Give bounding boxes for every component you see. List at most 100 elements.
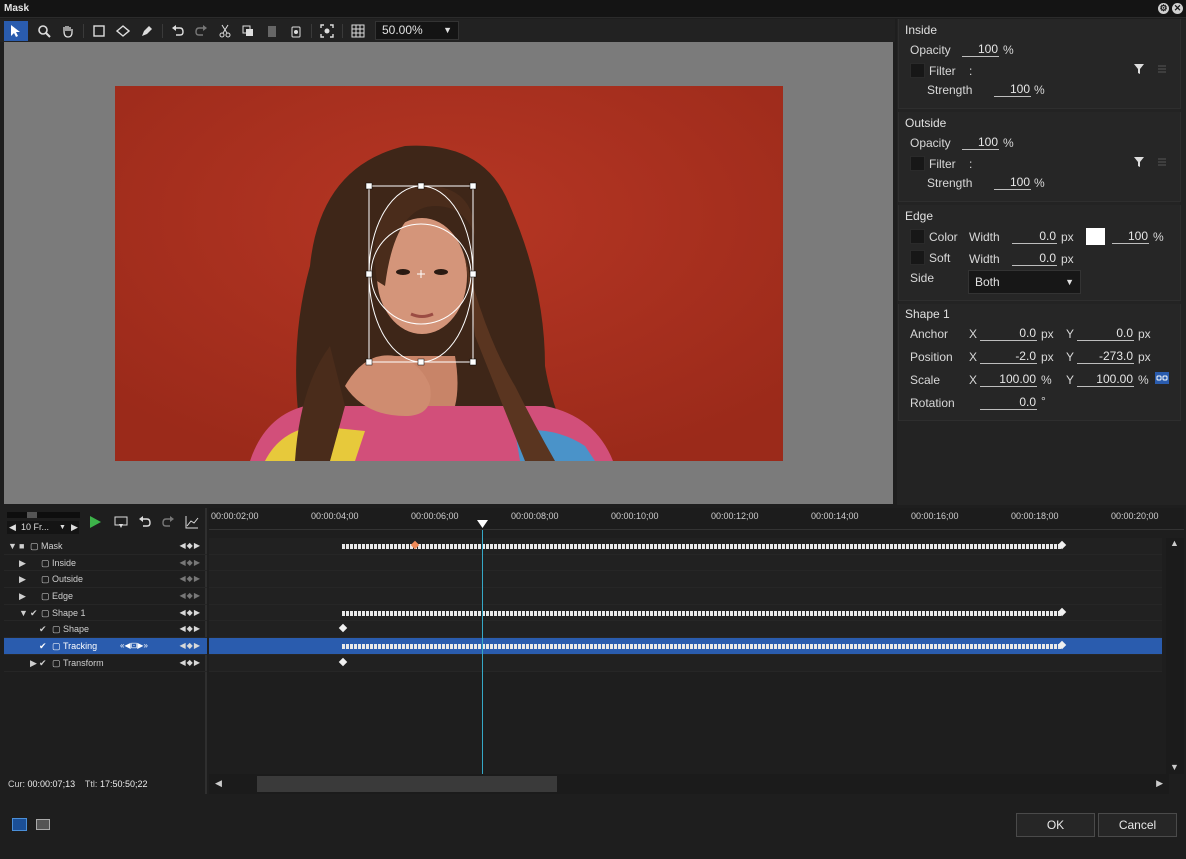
edge-color-swatch[interactable]	[1086, 228, 1105, 245]
keyframe-nav[interactable]: ◀◆▶	[180, 574, 201, 583]
keyframe-row[interactable]	[209, 554, 1162, 572]
checkbox[interactable]: ■	[19, 541, 24, 551]
expand-arrow-icon[interactable]: ▼	[8, 541, 17, 551]
keyframe-row[interactable]	[209, 538, 1162, 555]
undo-icon[interactable]	[168, 21, 188, 41]
inside-strength-field[interactable]: 100	[994, 83, 1031, 97]
expand-arrow-icon[interactable]: ▶	[30, 658, 37, 669]
inside-opacity-field[interactable]: 100	[962, 43, 999, 57]
anchor-x-field[interactable]: 0.0	[980, 327, 1037, 341]
keyframe-row[interactable]	[209, 621, 1162, 639]
scroll-up-icon[interactable]: ▲	[1170, 538, 1179, 548]
scroll-right-icon[interactable]: ▶	[1156, 778, 1163, 789]
inside-filter-checkbox[interactable]	[910, 63, 925, 78]
edge-color-width-field[interactable]: 0.0	[1012, 230, 1057, 244]
check-icon[interactable]: ✔	[39, 658, 47, 669]
video-frame[interactable]	[115, 86, 783, 461]
rotation-field[interactable]: 0.0	[980, 396, 1037, 410]
keyframe-row[interactable]	[209, 654, 1162, 672]
redo-icon[interactable]	[191, 21, 211, 41]
outside-filter-checkbox[interactable]	[910, 156, 925, 171]
copy-icon[interactable]	[238, 21, 258, 41]
fit-icon[interactable]	[317, 21, 337, 41]
layout-single-icon[interactable]	[36, 819, 50, 830]
track-row-transform[interactable]: ▶ ✔ ▢ Transform ◀◆▶	[4, 655, 207, 672]
horizontal-scrollbar[interactable]: ◀ ▶	[209, 774, 1169, 794]
keyframe-tracks[interactable]	[209, 538, 1162, 672]
expand-arrow-icon[interactable]: ▶	[19, 591, 26, 602]
close-icon[interactable]: ✕	[1172, 3, 1183, 14]
timeline-area[interactable]: 00:00:02;00 00:00:04;00 00:00:06;00 00:0…	[209, 508, 1184, 794]
scroll-down-icon[interactable]: ▼	[1170, 762, 1179, 772]
expand-arrow-icon[interactable]: ▶	[19, 574, 26, 585]
track-row-shape1[interactable]: ▼ ✔ ▢ Shape 1 ◀◆▶	[4, 605, 207, 622]
frame-slider[interactable]	[7, 512, 80, 518]
pen-icon[interactable]	[137, 21, 157, 41]
track-row-outside[interactable]: ▶ ▢ Outside ◀◆▶	[4, 571, 207, 589]
preview-area[interactable]	[4, 42, 893, 504]
edge-color-pct-field[interactable]: 100	[1112, 230, 1149, 244]
time-ruler[interactable]: 00:00:02;00 00:00:04;00 00:00:06;00 00:0…	[209, 508, 1184, 530]
keyframe-row[interactable]	[209, 588, 1162, 605]
redo-icon[interactable]	[161, 515, 175, 529]
expand-arrow-icon[interactable]: ▼	[19, 608, 28, 618]
track-row-mask[interactable]: ▼ ■ ▢ Mask ◀◆▶	[4, 538, 207, 555]
scroll-thumb[interactable]	[257, 776, 557, 792]
check-icon[interactable]: ✔	[30, 608, 38, 619]
play-icon[interactable]	[88, 515, 102, 529]
mask-shape-overlay[interactable]	[115, 86, 783, 461]
grid-icon[interactable]	[348, 21, 368, 41]
zoom-icon[interactable]	[34, 21, 54, 41]
track-row-tracking[interactable]: ✔ ▢ Tracking «◀⊡▶» ◀◆▶	[4, 638, 207, 655]
edge-color-checkbox[interactable]	[910, 229, 925, 244]
graph-icon[interactable]	[185, 515, 199, 529]
filter-list-icon[interactable]	[1156, 156, 1168, 168]
layout-split-icon[interactable]	[12, 818, 27, 831]
keyframe-nav[interactable]: ◀◆▶	[180, 608, 201, 617]
undo-icon[interactable]	[138, 515, 152, 529]
expand-arrow-icon[interactable]: ▶	[19, 558, 26, 569]
track-row-inside[interactable]: ▶ ▢ Inside ◀◆▶	[4, 555, 207, 572]
position-x-field[interactable]: -2.0	[980, 350, 1037, 364]
keyframe-nav[interactable]: ◀◆▶	[180, 558, 201, 567]
delete-icon[interactable]	[286, 21, 306, 41]
select-arrow-icon[interactable]	[4, 21, 28, 41]
track-row-shape[interactable]: ✔ ▢ Shape ◀◆▶	[4, 621, 207, 639]
keyframe-nav[interactable]: ◀◆▶	[180, 591, 201, 600]
edge-side-select[interactable]: Both ▼	[968, 270, 1081, 294]
paste-icon[interactable]	[262, 21, 282, 41]
keyframe-row[interactable]	[209, 638, 1162, 655]
zoom-select[interactable]: 50.00% ▼	[375, 21, 459, 40]
outside-opacity-field[interactable]: 100	[962, 136, 999, 150]
outside-strength-field[interactable]: 100	[994, 176, 1031, 190]
keyframe-nav[interactable]: ◀◆▶	[180, 541, 201, 550]
keyframe-row[interactable]	[209, 604, 1162, 622]
scale-y-field[interactable]: 100.00	[1077, 373, 1134, 387]
playhead-marker-icon[interactable]	[477, 520, 488, 528]
keyframe-nav[interactable]: ◀◆▶	[180, 658, 201, 667]
playhead-line[interactable]	[482, 530, 483, 774]
check-icon[interactable]: ✔	[39, 641, 47, 652]
loop-icon[interactable]	[114, 515, 128, 529]
check-icon[interactable]: ✔	[39, 624, 47, 635]
ok-button[interactable]: OK	[1016, 813, 1095, 837]
hand-icon[interactable]	[58, 21, 78, 41]
edge-soft-width-field[interactable]: 0.0	[1012, 252, 1057, 266]
edge-soft-checkbox[interactable]	[910, 250, 925, 265]
link-icon[interactable]	[1155, 372, 1169, 384]
rectangle-icon[interactable]	[89, 21, 109, 41]
keyframe-nav[interactable]: ◀◆▶	[180, 641, 201, 650]
position-y-field[interactable]: -273.0	[1077, 350, 1134, 364]
ellipse-icon[interactable]	[113, 21, 133, 41]
cut-icon[interactable]	[215, 21, 235, 41]
tracking-controls[interactable]: «◀⊡▶»	[120, 641, 148, 650]
filter-funnel-icon[interactable]	[1133, 63, 1145, 75]
gear-icon[interactable]: ⚙	[1158, 3, 1169, 14]
cancel-button[interactable]: Cancel	[1098, 813, 1177, 837]
track-row-edge[interactable]: ▶ ▢ Edge ◀◆▶	[4, 588, 207, 605]
keyframe-nav[interactable]: ◀◆▶	[180, 624, 201, 633]
filter-funnel-icon[interactable]	[1133, 156, 1145, 168]
scale-x-field[interactable]: 100.00	[980, 373, 1037, 387]
vertical-scrollbar[interactable]: ▲ ▼	[1166, 538, 1184, 774]
scroll-left-icon[interactable]: ◀	[215, 778, 222, 789]
